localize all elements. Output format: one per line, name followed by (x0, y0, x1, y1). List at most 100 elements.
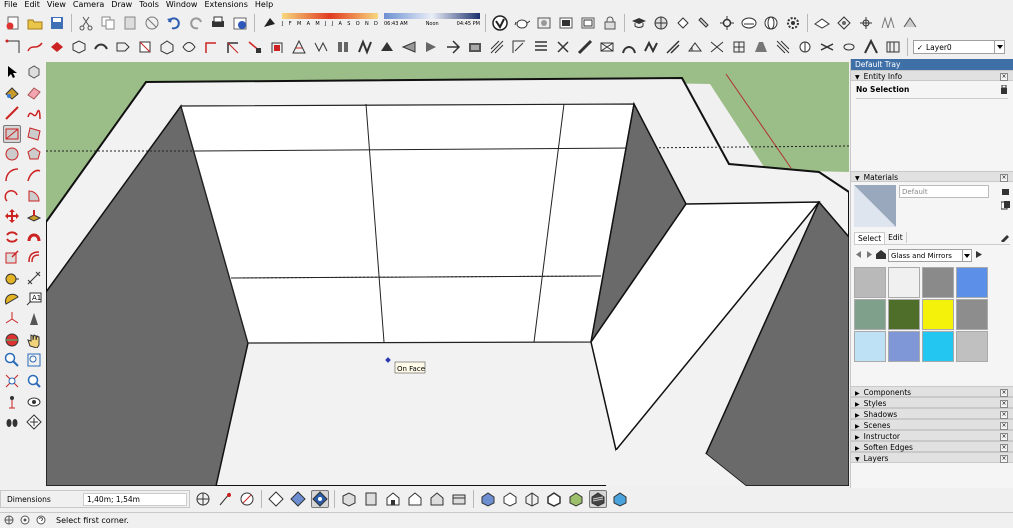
front-view-icon[interactable] (384, 490, 402, 508)
offset-icon[interactable] (25, 248, 43, 266)
home-icon[interactable] (876, 250, 886, 261)
plugin-tool-26-icon[interactable] (554, 38, 572, 56)
layers-header[interactable]: ▼ Layers × (851, 452, 1013, 463)
plugin-tool-32-icon[interactable] (686, 38, 704, 56)
close-icon[interactable]: × (1000, 73, 1008, 81)
save-icon[interactable] (48, 14, 66, 32)
instructor-header[interactable]: ▶ Instructor × (851, 430, 1013, 441)
menu-extensions[interactable]: Extensions (202, 0, 252, 10)
rotate-icon[interactable] (3, 228, 21, 246)
material-swatch[interactable] (922, 331, 954, 362)
axes-icon[interactable] (3, 310, 21, 328)
tab-select[interactable]: Select (854, 231, 886, 244)
menu-window[interactable]: Window (164, 0, 203, 10)
material-swatch[interactable] (854, 331, 886, 362)
plugin-tool-40-icon[interactable] (862, 38, 880, 56)
follow-me-icon[interactable] (25, 228, 43, 246)
scenes-header[interactable]: ▶ Scenes × (851, 419, 1013, 430)
walk-icon[interactable] (3, 413, 21, 431)
extension-warehouse-icon[interactable] (491, 14, 509, 32)
shaded-textures-style-icon[interactable] (589, 490, 607, 508)
material-swatch[interactable] (888, 331, 920, 362)
vcb-value-field[interactable] (83, 493, 187, 506)
sun-icon[interactable] (718, 14, 736, 32)
material-swatch[interactable] (922, 267, 954, 298)
paint-bucket-icon[interactable] (3, 84, 21, 102)
plugin-tool-24-icon[interactable] (510, 38, 528, 56)
plugin-tool-1-icon[interactable] (4, 38, 22, 56)
monochrome-style-icon[interactable] (611, 490, 629, 508)
zoom-window-icon[interactable] (25, 351, 43, 369)
material-swatch[interactable] (956, 267, 988, 298)
dimension-icon[interactable] (25, 269, 43, 287)
pie-icon[interactable] (25, 187, 43, 205)
iso-view-icon[interactable] (340, 490, 358, 508)
material-swatch[interactable] (888, 267, 920, 298)
back-arrow-icon[interactable] (854, 250, 863, 261)
circle-icon[interactable] (3, 145, 21, 163)
pin-icon[interactable] (1000, 84, 1008, 96)
academy-icon[interactable] (630, 14, 648, 32)
material-name-field[interactable] (899, 185, 989, 198)
select-icon[interactable] (3, 63, 21, 81)
chevron-down-icon[interactable] (962, 250, 971, 261)
plugin-tool-25-icon[interactable] (532, 38, 550, 56)
print-icon[interactable] (209, 14, 227, 32)
xray-style-icon[interactable] (479, 490, 497, 508)
material-swatch[interactable] (956, 299, 988, 330)
geo-location-icon[interactable] (4, 515, 14, 527)
previous-view-icon[interactable] (25, 372, 43, 390)
close-icon[interactable]: × (1000, 400, 1008, 408)
plugin-tool-15-icon[interactable] (312, 38, 330, 56)
close-icon[interactable]: × (1000, 411, 1008, 419)
undo-icon[interactable] (165, 14, 183, 32)
move-icon[interactable] (3, 207, 21, 225)
plugin-tool-21-icon[interactable] (444, 38, 462, 56)
plugin-tool-17-icon[interactable] (356, 38, 374, 56)
globe-icon[interactable] (762, 14, 780, 32)
torch-icon[interactable] (696, 14, 714, 32)
erase-icon[interactable] (143, 14, 161, 32)
tape-measure-icon[interactable] (3, 269, 21, 287)
plugin-tool-7-icon[interactable] (136, 38, 154, 56)
tab-edit[interactable]: Edit (885, 232, 907, 243)
components-header[interactable]: ▶ Components × (851, 386, 1013, 397)
plugin-tool-38-icon[interactable] (818, 38, 836, 56)
open-icon[interactable] (26, 14, 44, 32)
model-info-icon[interactable] (231, 14, 249, 32)
freehand-icon[interactable] (25, 104, 43, 122)
plugin-tool-27-icon[interactable] (576, 38, 594, 56)
close-icon[interactable]: × (1000, 174, 1008, 182)
drape-icon[interactable] (901, 14, 919, 32)
three-point-arc-icon[interactable] (3, 187, 21, 205)
entity-info-header[interactable]: ▼ Entity Info × (851, 70, 1013, 81)
look-around-icon[interactable] (25, 393, 43, 411)
plugin-tool-6-icon[interactable] (114, 38, 132, 56)
plugin-tool-12-icon[interactable] (246, 38, 264, 56)
pan-icon[interactable] (25, 331, 43, 349)
display-section-cuts-icon[interactable] (289, 490, 307, 508)
wireframe-icon[interactable] (579, 14, 597, 32)
close-icon[interactable]: × (1000, 389, 1008, 397)
material-swatch[interactable] (922, 299, 954, 330)
plugin-tool-30-icon[interactable] (642, 38, 660, 56)
section-plane-icon[interactable] (267, 490, 285, 508)
details-arrow-icon[interactable] (974, 250, 983, 261)
top-view-icon[interactable] (362, 490, 380, 508)
zoom-icon[interactable] (3, 351, 21, 369)
back-edges-icon[interactable] (557, 14, 575, 32)
plugin-tool-33-icon[interactable] (708, 38, 726, 56)
redo-icon[interactable] (187, 14, 205, 32)
eraser-icon[interactable] (25, 84, 43, 102)
materials-header[interactable]: ▼ Materials × (851, 171, 1013, 182)
3d-viewport[interactable]: On Face (46, 62, 849, 486)
new-icon[interactable] (4, 14, 22, 32)
arc-icon[interactable] (3, 166, 21, 184)
plugin-tool-28-icon[interactable] (598, 38, 616, 56)
teapot-icon[interactable] (513, 14, 531, 32)
plugin-tool-19-icon[interactable] (400, 38, 418, 56)
menu-draw[interactable]: Draw (109, 0, 137, 10)
sandbox-scratch-icon[interactable] (835, 14, 853, 32)
plugin-tool-11-icon[interactable] (224, 38, 242, 56)
cut-icon[interactable] (77, 14, 95, 32)
